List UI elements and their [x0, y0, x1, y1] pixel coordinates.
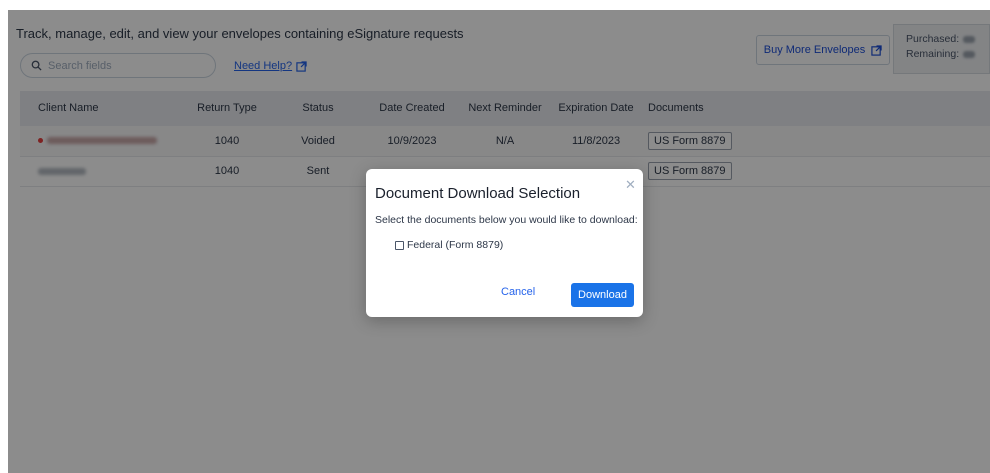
close-icon[interactable]: ✕ — [625, 177, 636, 193]
cancel-button[interactable]: Cancel — [501, 286, 535, 298]
download-button[interactable]: Download — [571, 283, 634, 307]
federal-form-checkbox[interactable] — [395, 240, 404, 250]
dialog-instruction: Select the documents below you would lik… — [375, 214, 638, 226]
dialog-title: Document Download Selection — [375, 185, 581, 202]
federal-form-label: Federal (Form 8879) — [407, 239, 504, 251]
federal-form-option[interactable]: Federal (Form 8879) — [395, 239, 503, 251]
download-selection-dialog: Document Download Selection ✕ Select the… — [366, 169, 643, 317]
